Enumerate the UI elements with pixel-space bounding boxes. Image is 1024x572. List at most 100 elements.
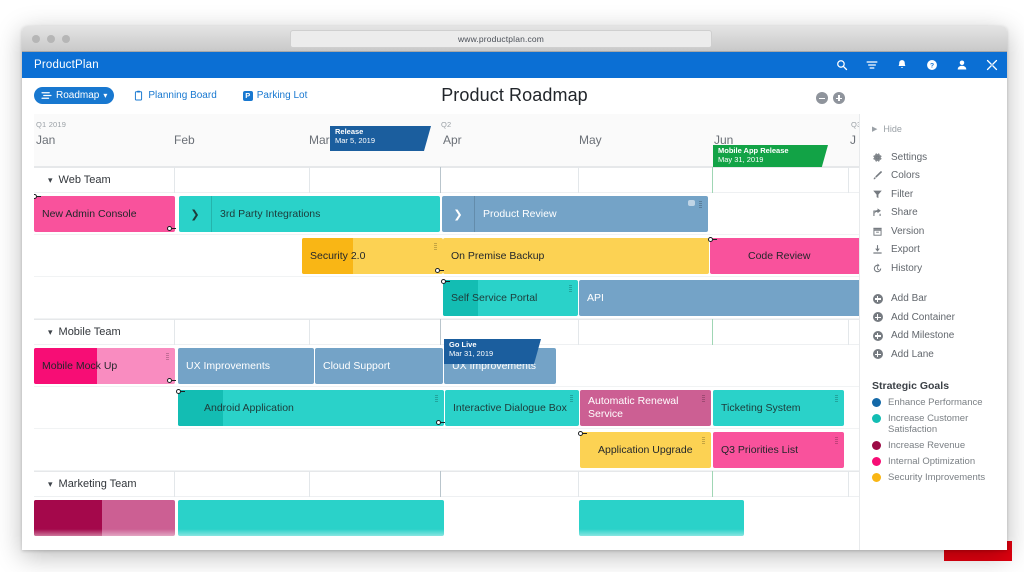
bell-icon[interactable]	[896, 59, 908, 71]
sidebar-item-settings[interactable]: Settings	[872, 148, 1007, 167]
bar-grip-icon[interactable]	[835, 437, 838, 444]
bar-code-review[interactable]: Code Review	[710, 238, 859, 274]
release-milestone[interactable]: Release Mar 5, 2019	[330, 126, 431, 151]
lane-header-marketing-team[interactable]: ▾ Marketing Team	[34, 471, 859, 497]
history-icon	[872, 263, 883, 274]
bar-grip-icon[interactable]	[435, 395, 438, 402]
close-window-dot[interactable]	[32, 35, 40, 43]
bar-api[interactable]: API	[579, 280, 859, 316]
sidebar-item-share[interactable]: Share	[872, 204, 1007, 223]
address-bar[interactable]: www.productplan.com	[290, 30, 712, 48]
bar-product-review[interactable]: ❯ Product Review	[442, 196, 708, 232]
bar-mobile-mock-up[interactable]: Mobile Mock Up	[34, 348, 175, 384]
expand-icon[interactable]	[986, 59, 998, 71]
help-icon[interactable]: ?	[926, 59, 938, 71]
bar-on-premise-backup[interactable]: On Premise Backup	[443, 238, 709, 274]
go-live-milestone[interactable]: Go Live Mar 31, 2019	[444, 339, 541, 364]
minimize-window-dot[interactable]	[47, 35, 55, 43]
bar-handle-right[interactable]	[436, 419, 445, 426]
bar-application-upgrade[interactable]: Application Upgrade	[580, 432, 711, 468]
bar-android-application[interactable]: Android Application	[178, 390, 444, 426]
go-live-milestone-date: Mar 31, 2019	[449, 350, 531, 359]
zoom-out-button[interactable]	[816, 92, 828, 104]
bar-grip-icon[interactable]	[702, 395, 705, 402]
bar-grip-icon[interactable]	[702, 437, 705, 444]
maximize-window-dot[interactable]	[62, 35, 70, 43]
sidebar-item-add-container[interactable]: Add Container	[872, 308, 1007, 327]
bar-q3-priorities-list[interactable]: Q3 Priorities List	[713, 432, 844, 468]
sidebar-item-colors[interactable]: Colors	[872, 167, 1007, 186]
legend-swatch	[872, 398, 881, 407]
bar-grip-icon[interactable]	[569, 285, 572, 292]
bar-grip-icon[interactable]	[835, 395, 838, 402]
search-icon[interactable]	[836, 59, 848, 71]
bar-marketing-2[interactable]	[178, 500, 444, 536]
bar-new-admin-console[interactable]: New Admin Console	[34, 196, 175, 232]
bar-ticketing-system[interactable]: Ticketing System	[713, 390, 844, 426]
bar-grip-icon[interactable]	[570, 395, 573, 402]
sidebar-item-add-lane[interactable]: Add Lane	[872, 345, 1007, 364]
legend-item-enhance-performance[interactable]: Enhance Performance	[872, 397, 1007, 408]
bar-label: Self Service Portal	[443, 292, 545, 304]
download-icon	[872, 244, 883, 255]
bar-3rd-party-integrations[interactable]: ❯ 3rd Party Integrations	[179, 196, 440, 232]
lane-header-web-team[interactable]: ▾ Web Team	[34, 167, 859, 193]
share-icon	[872, 207, 883, 218]
sidebar-item-add-milestone-label: Add Milestone	[891, 330, 954, 341]
sidebar-item-filter[interactable]: Filter	[872, 185, 1007, 204]
plus-circle-icon	[872, 331, 883, 341]
sidebar-item-history[interactable]: History	[872, 259, 1007, 278]
bar-cloud-support[interactable]: Cloud Support	[315, 348, 443, 384]
month-label-jun: Jun	[714, 133, 733, 147]
lane-row: Android Application Interactive Dialogue…	[34, 387, 859, 429]
bar-ux-improvements-1[interactable]: UX Improvements	[178, 348, 314, 384]
sidebar-item-add-bar[interactable]: Add Bar	[872, 290, 1007, 309]
zoom-in-button[interactable]	[833, 92, 845, 104]
window-controls[interactable]	[32, 35, 70, 43]
legend-item-increase-revenue[interactable]: Increase Revenue	[872, 440, 1007, 451]
bar-handle-left[interactable]	[176, 388, 185, 395]
sidebar-item-export[interactable]: Export	[872, 241, 1007, 260]
bar-comment-icon[interactable]	[688, 200, 695, 206]
bar-handle-left[interactable]	[34, 193, 41, 200]
bar-expand-chevron-icon[interactable]: ❯	[442, 196, 475, 232]
bar-interactive-dialogue-box[interactable]: Interactive Dialogue Box	[445, 390, 579, 426]
bar-handle-left[interactable]	[708, 236, 717, 243]
bar-grip-icon[interactable]	[434, 243, 437, 250]
bar-marketing-3[interactable]	[579, 500, 744, 536]
bar-marketing-1[interactable]	[34, 500, 175, 536]
sidebar-add-menu: Add Bar Add Container Add Milestone Add …	[872, 290, 1007, 364]
hide-sidebar-button[interactable]: ▶ Hide	[872, 124, 1007, 134]
bar-label: 3rd Party Integrations	[212, 208, 328, 220]
legend-item-internal-optimization[interactable]: Internal Optimization	[872, 456, 1007, 467]
bar-handle-right[interactable]	[435, 267, 444, 274]
lane-row: Self Service Portal API	[34, 277, 859, 319]
bar-grip-icon[interactable]	[699, 201, 702, 208]
bar-handle-left[interactable]	[578, 430, 587, 437]
bar-automatic-renewal-service[interactable]: Automatic Renewal Service	[580, 390, 711, 426]
bar-label: Automatic Renewal Service	[580, 395, 711, 421]
user-icon[interactable]	[956, 59, 968, 71]
bar-expand-chevron-icon[interactable]: ❯	[179, 196, 212, 232]
bar-handle-right[interactable]	[167, 377, 176, 384]
plus-circle-icon	[872, 349, 883, 359]
month-label-apr: Apr	[443, 133, 462, 147]
hide-sidebar-label: Hide	[883, 124, 902, 134]
bar-handle-left[interactable]	[441, 278, 450, 285]
filter-icon[interactable]	[866, 59, 878, 71]
bar-self-service-portal[interactable]: Self Service Portal	[443, 280, 578, 316]
bar-security-20[interactable]: Security 2.0	[302, 238, 443, 274]
legend-item-security-improvements[interactable]: Security Improvements	[872, 472, 1007, 483]
sidebar-item-add-milestone[interactable]: Add Milestone	[872, 327, 1007, 346]
legend-item-increase-customer-satisfaction[interactable]: Increase Customer Satisfaction	[872, 413, 1007, 435]
quarter-label-q3: Q3	[851, 120, 859, 129]
timeline-header: Q1 2019 Q2 Q3 Jan Feb Mar Apr May Jun J …	[34, 114, 859, 167]
bar-handle-right[interactable]	[167, 225, 176, 232]
sidebar-item-version[interactable]: Version	[872, 222, 1007, 241]
screenshot-root: www.productplan.com ProductPlan ?	[0, 0, 1024, 572]
sidebar-item-history-label: History	[891, 263, 922, 274]
app-brand[interactable]: ProductPlan	[34, 59, 99, 71]
bar-comment-icon[interactable]	[577, 394, 579, 400]
bar-grip-icon[interactable]	[166, 353, 169, 360]
bar-label: Security 2.0	[302, 250, 373, 262]
